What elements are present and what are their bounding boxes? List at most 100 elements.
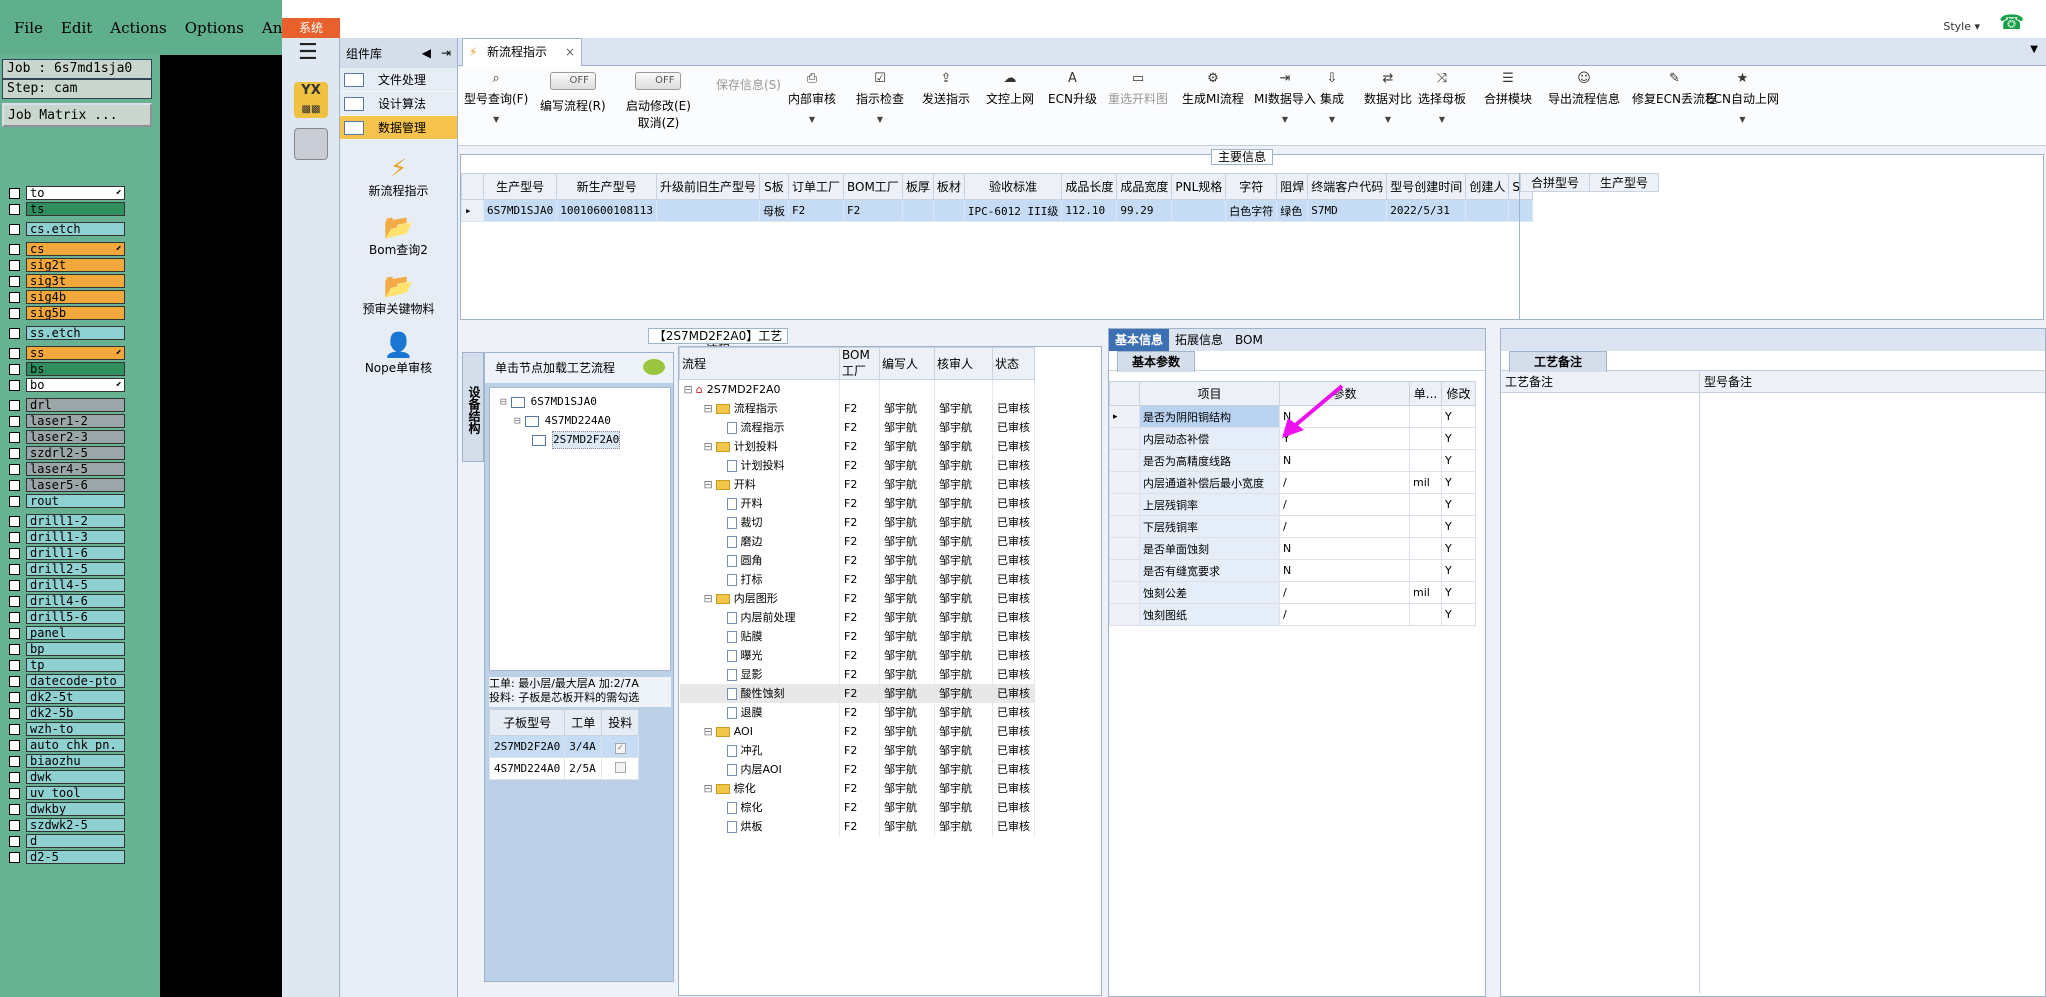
- app-logo-icon[interactable]: YX ▩▩: [294, 82, 328, 118]
- layer-name[interactable]: laser1-2: [26, 414, 125, 428]
- table-cell[interactable]: [932, 199, 965, 222]
- layer-name[interactable]: sig2t: [26, 258, 125, 272]
- layer-name[interactable]: szdrl2-5: [26, 446, 125, 460]
- toolbar-button[interactable]: ★ ECN自动上网 ▼: [1706, 72, 1779, 125]
- layer-name[interactable]: wzh-to: [26, 722, 125, 736]
- column-header[interactable]: 验收标准: [963, 173, 1063, 200]
- toolbar-button[interactable]: ⇪ 发送指示: [922, 72, 970, 107]
- layer-name[interactable]: bs: [26, 362, 125, 376]
- column-header[interactable]: 编写人: [879, 347, 935, 380]
- layer-name[interactable]: dwk: [26, 770, 125, 784]
- process-row[interactable]: 酸性蚀刻 F2 邹宇航 邹宇航 已审核: [679, 683, 1035, 703]
- toolbar-button[interactable]: ☑ 指示检查 ▼: [856, 72, 904, 125]
- layer-row[interactable]: d2-5: [5, 849, 125, 865]
- layer-checkbox[interactable]: [9, 723, 20, 735]
- layer-row[interactable]: wzh-to: [5, 721, 125, 737]
- layer-name[interactable]: laser5-6: [26, 478, 125, 492]
- param-row[interactable]: 下层残铜率 / Y: [1109, 515, 1476, 538]
- menu-item-edit[interactable]: Edit: [61, 19, 92, 37]
- layer-row[interactable]: szdrl2-5: [5, 445, 125, 461]
- layer-checkbox[interactable]: [9, 771, 20, 783]
- layer-checkbox[interactable]: [9, 787, 20, 799]
- process-name-cell[interactable]: ⊟ AOI: [679, 721, 840, 741]
- layer-row[interactable]: cs ⬋: [5, 241, 125, 257]
- layer-name[interactable]: dwkby: [26, 802, 125, 816]
- layer-row[interactable]: drill1-6: [5, 545, 125, 561]
- chevron-down-icon[interactable]: ▼: [1254, 115, 1316, 124]
- column-header[interactable]: 阻焊: [1276, 173, 1309, 200]
- process-row[interactable]: 计划投料 F2 邹宇航 邹宇航 已审核: [679, 455, 1035, 475]
- layer-checkbox[interactable]: [9, 363, 20, 375]
- process-name-cell[interactable]: 流程指示: [679, 417, 840, 437]
- layer-checkbox[interactable]: [9, 547, 20, 559]
- column-header[interactable]: PNL规格: [1171, 173, 1227, 200]
- process-name-cell[interactable]: 烘板: [679, 816, 840, 836]
- layer-name[interactable]: drill5-6: [26, 610, 125, 624]
- process-name-cell[interactable]: 打标: [679, 569, 840, 589]
- complib-tool[interactable]: 📂 预审关键物料: [340, 272, 457, 317]
- process-name-cell[interactable]: ⊟ 开料: [679, 474, 840, 494]
- expander-icon[interactable]: ⊟: [500, 394, 507, 410]
- layer-checkbox[interactable]: [9, 447, 20, 459]
- layer-name[interactable]: drill2-5: [26, 562, 125, 576]
- table-cell[interactable]: /: [1279, 493, 1410, 516]
- param-row[interactable]: 是否有缝宽要求 N Y: [1109, 559, 1476, 582]
- toolbar-button[interactable]: ⚙ 生成MI流程: [1182, 72, 1244, 107]
- layer-name[interactable]: auto_chk_pn.: [26, 738, 125, 752]
- process-name-cell[interactable]: ⊟ 流程指示: [679, 398, 840, 418]
- table-cell[interactable]: 6S7MD1SJA0: [482, 199, 558, 222]
- layer-row[interactable]: sig4b: [5, 289, 125, 305]
- layer-row[interactable]: d: [5, 833, 125, 849]
- process-name-cell[interactable]: 贴膜: [679, 626, 840, 646]
- layer-row[interactable]: tp: [5, 657, 125, 673]
- table-cell[interactable]: 112.10: [1061, 199, 1118, 222]
- column-header[interactable]: 状态: [992, 347, 1035, 380]
- close-icon[interactable]: ×: [565, 39, 575, 65]
- expander-icon[interactable]: ⊟: [704, 782, 713, 795]
- layer-name[interactable]: szdwk2-5: [26, 818, 125, 832]
- layer-row[interactable]: sig2t: [5, 257, 125, 273]
- table-cell[interactable]: 白色字符: [1225, 199, 1278, 222]
- process-row[interactable]: 冲孔 F2 邹宇航 邹宇航 已审核: [679, 740, 1035, 760]
- tab-new-process[interactable]: ⚡ 新流程指示 ×: [462, 38, 582, 66]
- layer-row[interactable]: dwkby: [5, 801, 125, 817]
- collapse-left-icon[interactable]: ◀: [422, 46, 431, 60]
- column-header[interactable]: 板厚: [901, 173, 934, 200]
- process-name-cell[interactable]: 冲孔: [679, 740, 840, 760]
- toolbar-button[interactable]: ▭ 重选开料图: [1108, 72, 1168, 107]
- table-cell[interactable]: [901, 199, 934, 222]
- param-row[interactable]: 是否单面蚀刻 N Y: [1109, 537, 1476, 560]
- system-tab[interactable]: 系统: [282, 18, 340, 38]
- column-header[interactable]: 终端客户代码: [1307, 173, 1388, 200]
- table-cell[interactable]: 母板: [758, 199, 789, 222]
- expander-icon[interactable]: ⊟: [514, 413, 521, 429]
- toolbar-button[interactable]: A ECN升级: [1048, 72, 1097, 107]
- process-row[interactable]: 棕化 F2 邹宇航 邹宇航 已审核: [679, 797, 1035, 817]
- tab-process-notes[interactable]: 工艺备注: [1509, 351, 1608, 372]
- process-row[interactable]: 显影 F2 邹宇航 邹宇航 已审核: [679, 664, 1035, 684]
- layer-row[interactable]: dwk: [5, 769, 125, 785]
- layer-name[interactable]: cs ⬋: [26, 242, 125, 256]
- column-header[interactable]: 项目: [1139, 381, 1280, 406]
- layer-row[interactable]: ss ⬋: [5, 345, 125, 361]
- process-row[interactable]: 曝光 F2 邹宇航 邹宇航 已审核: [679, 645, 1035, 665]
- toolbar-button[interactable]: ⇥ MI数据导入 ▼: [1254, 72, 1316, 125]
- table-cell[interactable]: F2: [787, 199, 844, 222]
- layer-checkbox[interactable]: [9, 659, 20, 671]
- layer-checkbox[interactable]: [9, 563, 20, 575]
- column-header[interactable]: 修改: [1441, 381, 1476, 406]
- process-row[interactable]: 烘板 F2 邹宇航 邹宇航 已审核: [679, 816, 1035, 836]
- tab-basic-info[interactable]: 基本信息: [1109, 329, 1170, 351]
- column-header[interactable]: 子板型号: [488, 709, 566, 736]
- layer-checkbox[interactable]: [9, 327, 20, 339]
- menu-item-file[interactable]: File: [14, 19, 43, 37]
- table-row[interactable]: 2S7MD2F2A0 3/4A ✓: [488, 735, 640, 758]
- layer-name[interactable]: cs.etch: [26, 222, 125, 236]
- layer-row[interactable]: bs: [5, 361, 125, 377]
- layer-name[interactable]: laser4-5: [26, 462, 125, 476]
- layer-name[interactable]: dk2-5b: [26, 706, 125, 720]
- process-row[interactable]: 退膜 F2 邹宇航 邹宇航 已审核: [679, 702, 1035, 722]
- table-cell[interactable]: 2S7MD2F2A0: [488, 735, 566, 758]
- process-name-cell[interactable]: 酸性蚀刻: [679, 683, 840, 703]
- process-row[interactable]: ⊟ 棕化 F2 邹宇航 邹宇航 已审核: [679, 778, 1035, 798]
